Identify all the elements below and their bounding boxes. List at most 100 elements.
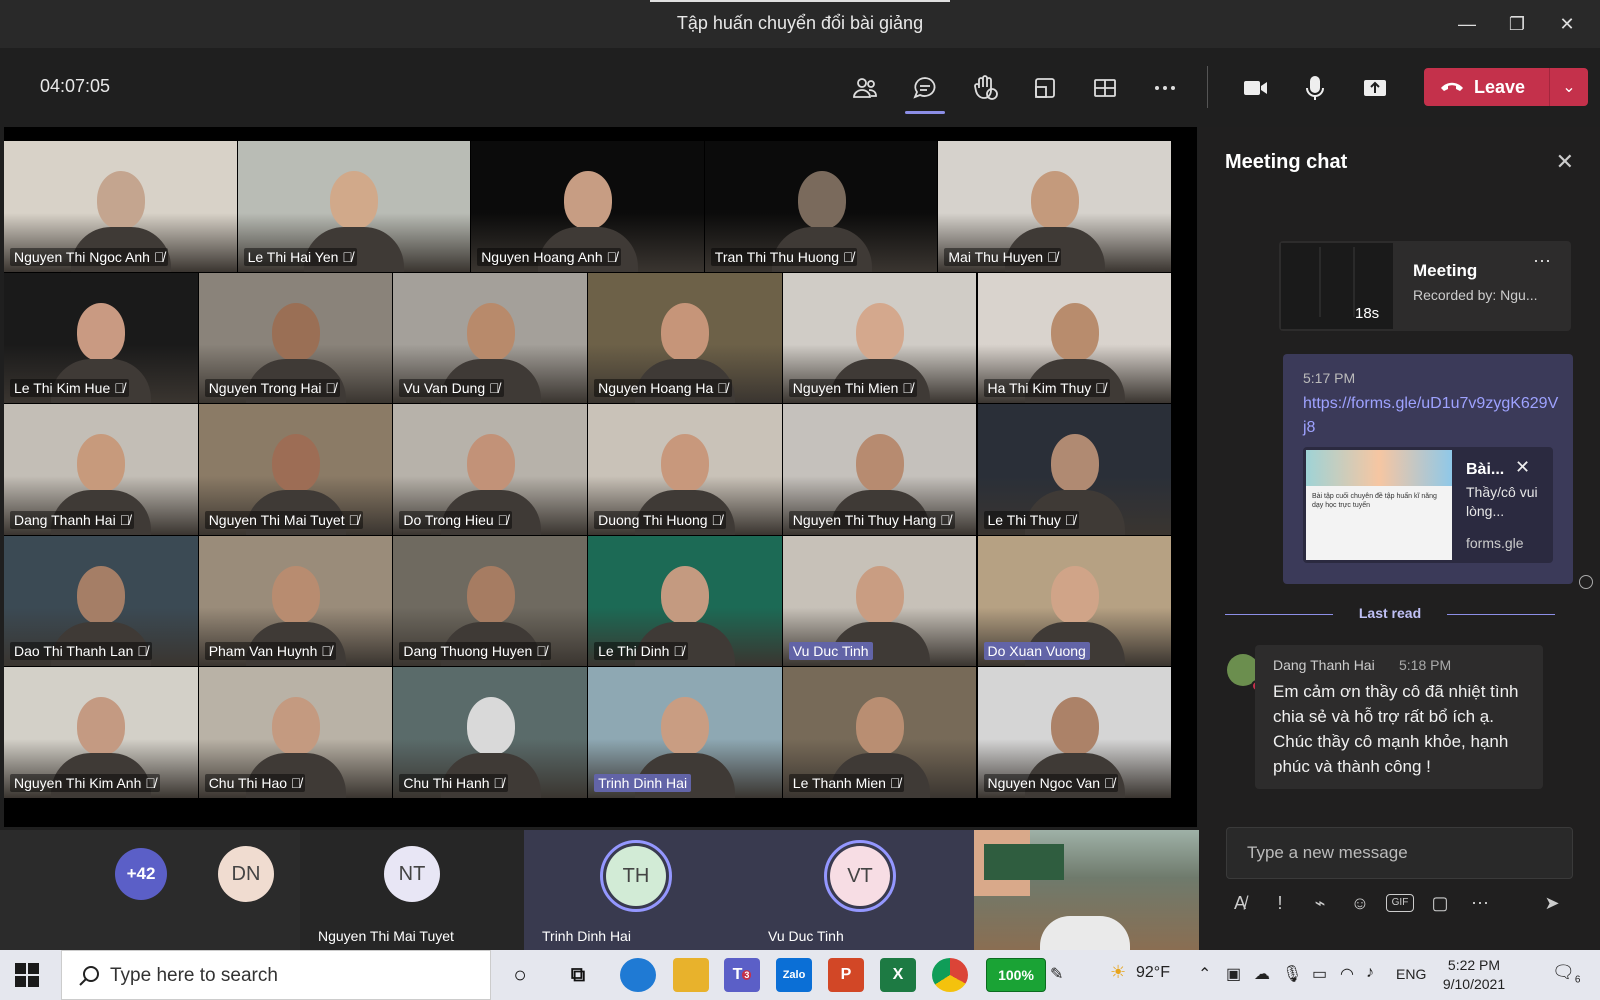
windows-start-button[interactable]	[14, 962, 40, 988]
notification-count: 6	[1574, 974, 1581, 986]
important-icon[interactable]: !	[1266, 889, 1294, 917]
video-tile[interactable]: Nguyen Thi Mai Tuyet 🎙̸	[198, 404, 393, 535]
wifi-icon[interactable]: ◠	[1340, 964, 1354, 984]
video-tile[interactable]: Do Xuan Vuong	[977, 535, 1172, 666]
dismiss-preview-button[interactable]: ✕	[1515, 457, 1530, 478]
video-tile[interactable]: Nguyen Thi Thuy Hang 🎙̸	[782, 404, 977, 535]
video-tile[interactable]: Mai Thu Huyen 🎙̸	[938, 141, 1171, 272]
video-tile[interactable]: Nguyen Trong Hai 🎙̸	[198, 272, 393, 403]
file-explorer-icon[interactable]	[673, 958, 709, 992]
weather-icon[interactable]: ☀	[1110, 962, 1126, 983]
cortana-icon[interactable]: ○	[502, 958, 538, 992]
onedrive-icon[interactable]: ☁	[1254, 964, 1270, 984]
video-tile[interactable]: Duong Thi Huong 🎙̸	[588, 404, 782, 535]
video-tile[interactable]: Le Thi Kim Hue 🎙̸	[4, 272, 198, 403]
recording-card[interactable]: 18s Meeting Recorded by: Ngu... ⋯	[1279, 241, 1571, 331]
participant-name: Do Trong Hieu 🎙̸	[399, 510, 513, 529]
mic-button[interactable]	[1295, 68, 1335, 108]
camera-button[interactable]	[1235, 68, 1275, 108]
recording-more-button[interactable]: ⋯	[1533, 251, 1551, 272]
leave-button-group: Leave ⌄	[1424, 68, 1588, 106]
participant-name: Le Thi Hai Yen 🎙̸	[243, 247, 357, 266]
video-tile[interactable]: Le Thi Dinh 🎙̸	[588, 535, 782, 666]
reactions-button[interactable]	[965, 68, 1005, 108]
powerpoint-icon[interactable]: P	[828, 958, 864, 992]
video-tile[interactable]: Nguyen Thi Ngoc Anh 🎙̸	[4, 141, 237, 272]
meet-now-icon[interactable]: ▣	[1226, 964, 1241, 984]
video-tile[interactable]: Le Thi Thuy 🎙̸	[977, 404, 1172, 535]
share-screen-button[interactable]	[1355, 68, 1395, 108]
video-tile[interactable]: Pham Van Huynh 🎙̸	[198, 535, 393, 666]
battery-app-icon[interactable]: 100%	[986, 958, 1046, 992]
strip-tile[interactable]: VT Vu Duc Tinh	[748, 830, 974, 950]
volume-icon[interactable]: ♪	[1366, 964, 1374, 982]
participant-face	[661, 302, 710, 361]
video-tile[interactable]: Tran Thi Thu Huong 🎙̸	[704, 141, 938, 272]
task-view-icon[interactable]: ⧉	[560, 958, 596, 992]
video-tile[interactable]: Vu Van Dung 🎙̸	[393, 272, 588, 403]
strip-tile[interactable]: TH Trinh Dinh Hai	[524, 830, 748, 950]
breakout-rooms-button[interactable]	[1085, 68, 1125, 108]
emoji-icon[interactable]: ☺	[1346, 889, 1374, 917]
send-icon[interactable]: ➤	[1538, 889, 1566, 917]
edge-icon[interactable]	[620, 958, 656, 992]
video-grid: Nguyen Thi Ngoc Anh 🎙̸ Le Thi Hai Yen 🎙̸ N…	[4, 127, 1197, 827]
gif-icon[interactable]: GIF	[1386, 894, 1414, 912]
chevron-up-icon[interactable]: ⌃	[1198, 964, 1211, 984]
avatar: TH	[606, 846, 666, 906]
sticker-icon[interactable]: ▢	[1426, 889, 1454, 917]
video-tile[interactable]: Nguyen Thi Kim Anh 🎙̸	[4, 667, 198, 798]
video-tile[interactable]: Dao Thi Thanh Lan 🎙̸	[4, 535, 198, 666]
video-tile[interactable]: Do Trong Hieu 🎙̸	[393, 404, 588, 535]
weather-temp[interactable]: 92°F	[1136, 964, 1170, 982]
more-icon[interactable]: ⋯	[1466, 889, 1494, 917]
attach-icon[interactable]: ⌁	[1306, 889, 1334, 917]
message-input[interactable]	[1227, 828, 1572, 878]
link-preview-card[interactable]: Bài tập cuối chuyên đề tập huấn kĩ năng …	[1303, 447, 1553, 563]
mic-tray-icon[interactable]: 🎙	[1282, 964, 1302, 984]
chat-button[interactable]	[905, 68, 945, 114]
video-tile[interactable]: Vu Duc Tinh	[782, 535, 977, 666]
close-chat-button[interactable]: ✕	[1556, 149, 1574, 175]
video-tile[interactable]: Ha Thi Kim Thuy 🎙̸	[977, 272, 1172, 403]
taskbar-search[interactable]: Type here to search	[61, 950, 491, 1000]
participant-face	[856, 434, 905, 492]
video-tile[interactable]: Nguyen Ngoc Van 🎙̸	[977, 667, 1172, 798]
clock[interactable]: 5:22 PM 9/10/2021	[1434, 956, 1514, 994]
participants-button[interactable]	[845, 68, 885, 108]
video-tile[interactable]: Nguyen Hoang Anh 🎙̸	[471, 141, 704, 272]
more-actions-button[interactable]	[1145, 68, 1185, 108]
zalo-icon[interactable]: Zalo	[776, 958, 812, 992]
chat-header: Meeting chat	[1225, 151, 1348, 173]
video-tile[interactable]: Dang Thuong Huyen 🎙̸	[393, 535, 588, 666]
pen-icon[interactable]: ✎	[1050, 964, 1063, 984]
self-video-tile[interactable]	[974, 830, 1200, 950]
avatar[interactable]: DN	[218, 846, 274, 902]
restore-button[interactable]: ❐	[1502, 10, 1532, 38]
leave-button[interactable]: Leave	[1424, 68, 1549, 106]
form-link[interactable]: https://forms.gle/uD1u7v9zygK629Vj8	[1303, 392, 1561, 440]
video-tile[interactable]: Nguyen Hoang Ha 🎙̸	[588, 272, 782, 403]
close-window-button[interactable]: ✕	[1552, 10, 1582, 38]
strip-tile[interactable]: NT Nguyen Thi Mai Tuyet	[300, 830, 524, 950]
chrome-icon[interactable]	[932, 958, 968, 992]
video-tile[interactable]: Chu Thi Hao 🎙̸	[198, 667, 393, 798]
video-tile[interactable]: Le Thi Hai Yen 🎙̸	[237, 141, 471, 272]
excel-icon[interactable]: X	[880, 958, 916, 992]
video-tile[interactable]: Dang Thanh Hai 🎙̸	[4, 404, 198, 535]
notifications-icon[interactable]: 🗨6	[1552, 962, 1580, 986]
battery-icon[interactable]: ▭	[1312, 964, 1327, 984]
video-tile[interactable]: Le Thanh Mien 🎙̸	[782, 667, 977, 798]
format-icon[interactable]: A̸	[1226, 889, 1254, 917]
video-tile[interactable]: Trinh Dinh Hai	[588, 667, 782, 798]
share-tray-button[interactable]	[1025, 68, 1065, 108]
recording-title: Meeting	[1413, 261, 1478, 280]
video-tile[interactable]: Nguyen Thi Mien 🎙̸	[782, 272, 977, 403]
minimize-button[interactable]: —	[1452, 10, 1482, 38]
video-tile[interactable]: Chu Thi Hanh 🎙̸	[393, 667, 588, 798]
overflow-participants-button[interactable]: +42	[115, 848, 167, 900]
teams-icon[interactable]: T3	[724, 958, 760, 992]
participant-face	[856, 565, 905, 624]
leave-options-button[interactable]: ⌄	[1550, 77, 1588, 97]
language-indicator[interactable]: ENG	[1396, 966, 1426, 982]
